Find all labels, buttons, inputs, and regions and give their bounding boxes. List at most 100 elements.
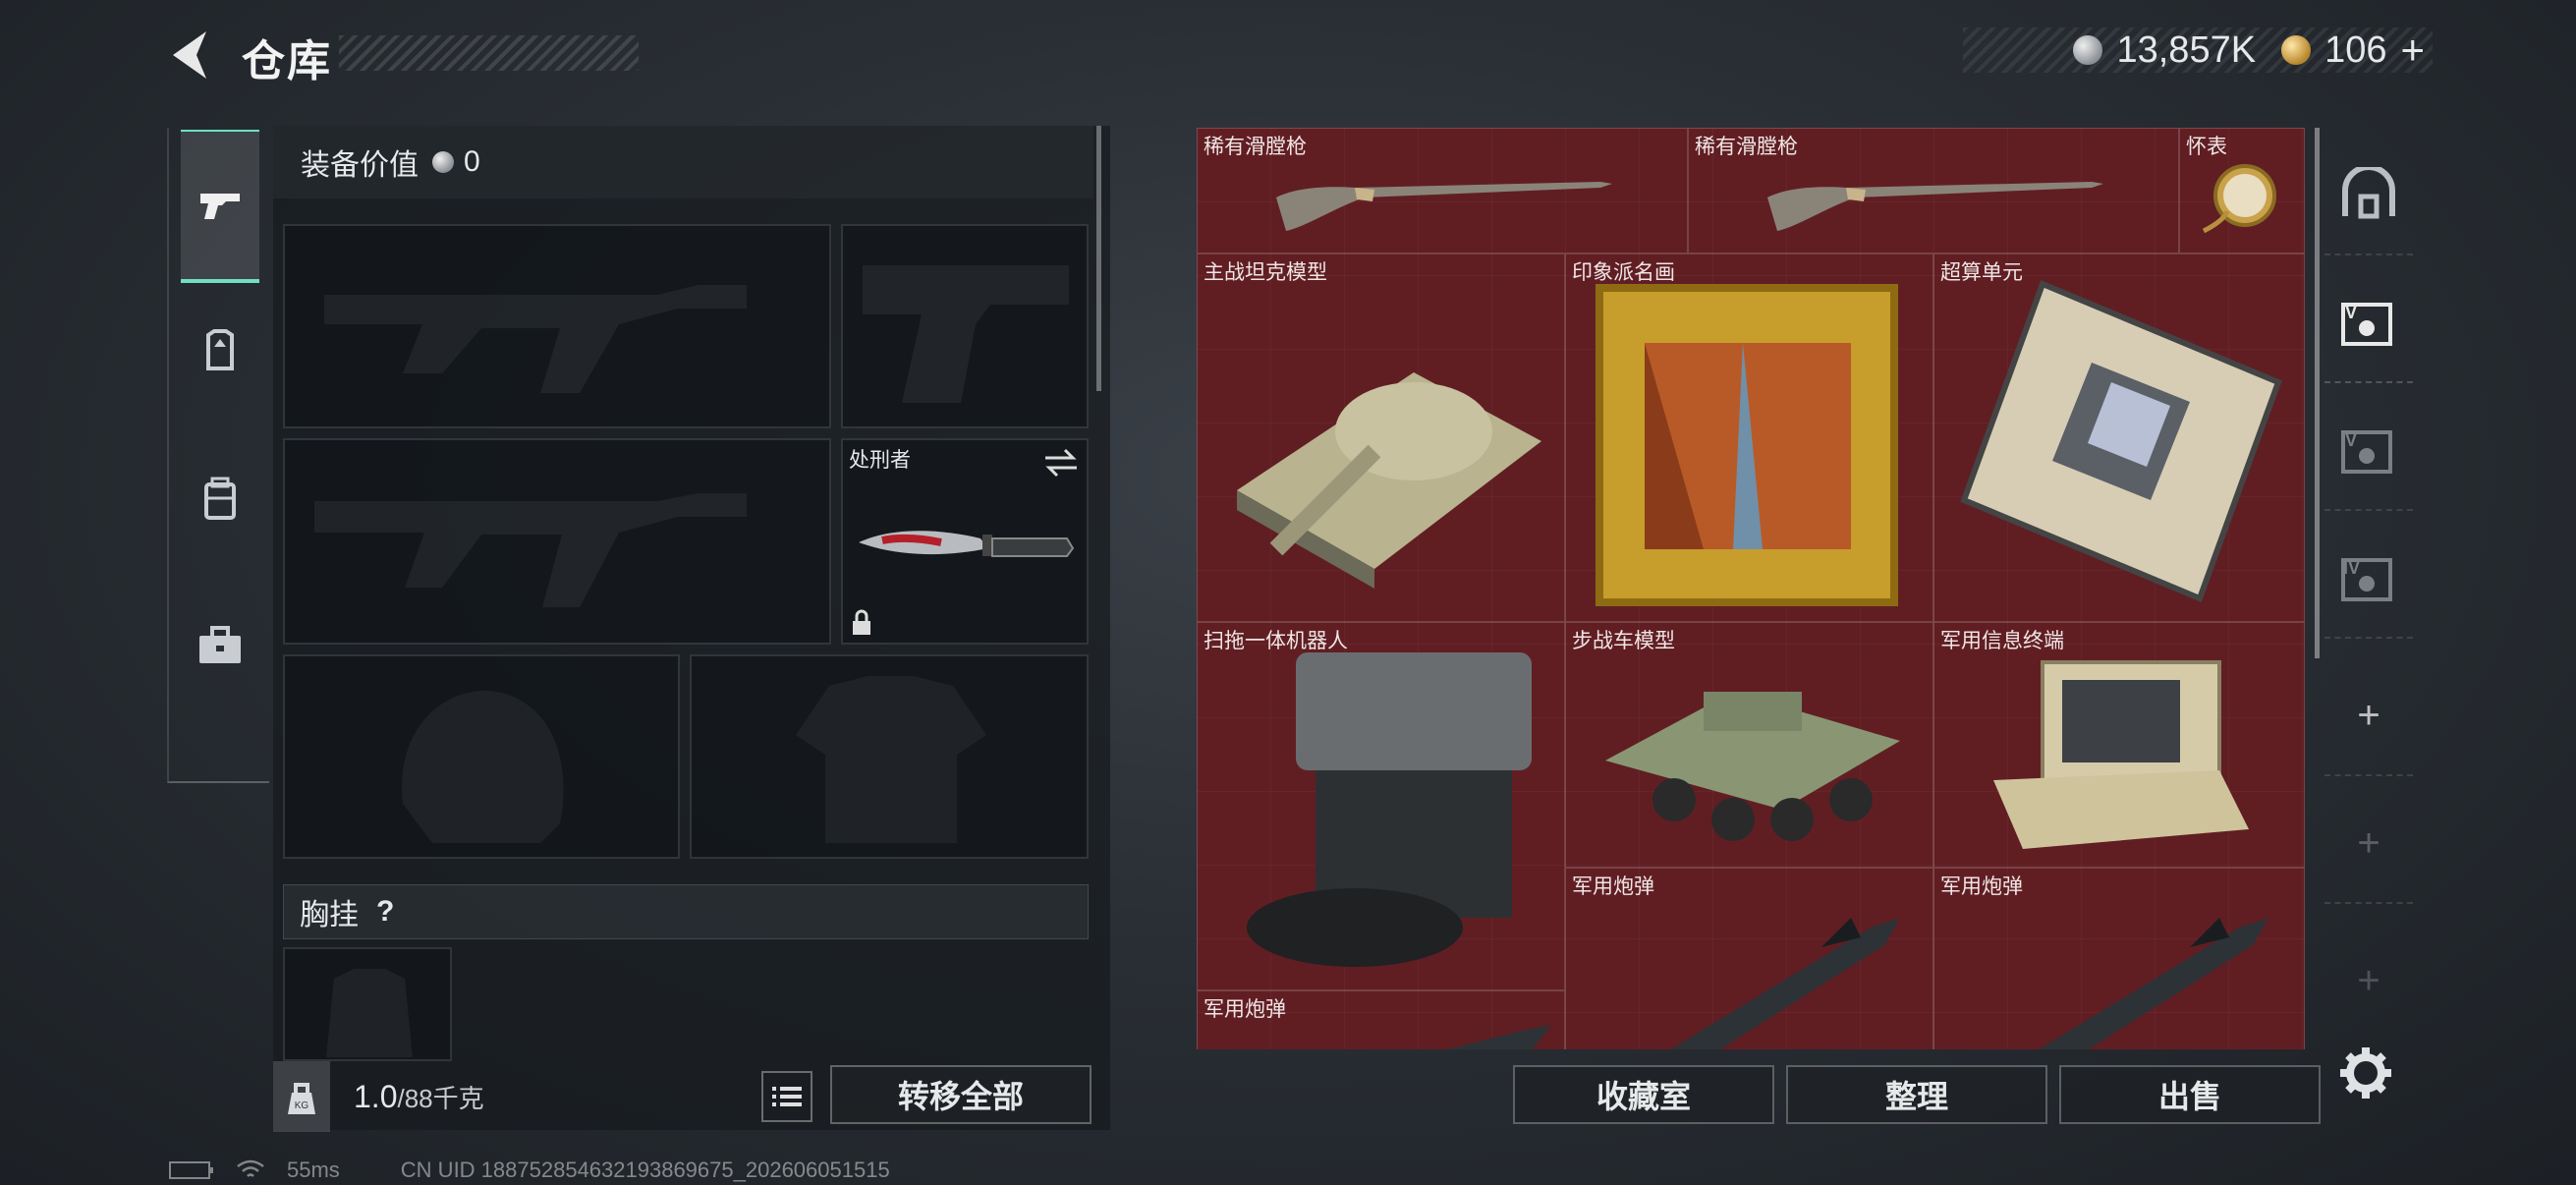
storage-tabs: V V IV + + +	[2324, 128, 2413, 1049]
chest-rig-slot[interactable]	[283, 947, 452, 1061]
storage-box-icon: V	[2341, 303, 2392, 346]
settings-button[interactable]	[2336, 1044, 2395, 1102]
title-decoration	[339, 35, 639, 71]
add-tab-button[interactable]: +	[2324, 922, 2413, 1040]
item-label: 稀有滑膛枪	[1204, 136, 1307, 158]
silver-coin-icon	[432, 151, 454, 173]
storage-box-icon: IV	[2341, 558, 2392, 601]
item-label: 稀有滑膛枪	[1695, 136, 1798, 158]
item-tank-model[interactable]: 主战坦克模型	[1197, 254, 1565, 622]
gold-coin-icon	[2281, 35, 2312, 65]
armor-slot[interactable]	[690, 654, 1089, 859]
item-military-shell[interactable]: 军用炮弹	[1197, 990, 1565, 1049]
item-impressionist-painting[interactable]: 印象派名画	[1565, 254, 1933, 622]
status-bar: 55ms CN UID 188752854632193869675_202606…	[169, 1157, 890, 1183]
currency-bar: 13,857K 106 +	[1963, 27, 2433, 74]
tab-collection-iv[interactable]: IV	[2324, 519, 2413, 639]
item-military-shell[interactable]: 军用炮弹	[1933, 868, 2305, 1049]
list-view-button[interactable]	[761, 1071, 812, 1122]
item-musket[interactable]: 稀有滑膛枪	[1688, 128, 2179, 254]
knife-icon	[859, 531, 1075, 557]
tank-model-icon	[1237, 372, 1541, 589]
weight-icon-text: KG	[295, 1100, 309, 1111]
storage-arch-icon	[2342, 167, 2395, 219]
weight-readout: 1.0/88千克	[354, 1079, 484, 1115]
ifv-model-icon	[1605, 692, 1900, 841]
list-icon	[772, 1087, 802, 1106]
add-tab-button[interactable]: +	[2324, 656, 2413, 776]
ping-readout: 55ms	[287, 1157, 340, 1182]
rifle-silhouette-icon	[314, 493, 747, 607]
military-terminal-icon	[1993, 660, 2249, 849]
tab-level-text: V	[2345, 303, 2357, 322]
pistol-slot[interactable]	[841, 224, 1089, 428]
vest-silhouette-icon	[796, 676, 986, 843]
tab-collection-v[interactable]: V	[2324, 263, 2413, 383]
primary-weapon-slot[interactable]	[283, 224, 831, 428]
backpack-icon	[204, 477, 236, 520]
secondary-weapon-slot[interactable]	[283, 438, 831, 645]
item-pocket-watch[interactable]: 怀表	[2179, 128, 2305, 254]
tab-level-text: V	[2345, 430, 2357, 450]
item-robot-vacuum[interactable]: 扫拖一体机器人	[1197, 622, 1565, 990]
tab-case[interactable]	[181, 572, 259, 719]
chest-rig-silhouette-icon	[326, 969, 413, 1057]
item-supercomputer-unit[interactable]: 超算单元	[1933, 254, 2305, 622]
weight-icon: KG	[273, 1061, 330, 1132]
chest-rig-header: 胸挂 ?	[283, 884, 1089, 939]
equipment-value: 0	[464, 145, 480, 178]
weight-current: 1.0	[354, 1078, 398, 1114]
item-label: 军用炮弹	[1204, 998, 1286, 1021]
equipment-tabs	[167, 128, 269, 783]
artillery-shell-icon	[2039, 918, 2268, 1049]
artillery-shell-icon	[1670, 918, 1900, 1049]
storage-box-icon: V	[2341, 430, 2392, 474]
tab-level-text: IV	[2343, 558, 2360, 578]
equipment-value-label: 装备价值	[301, 149, 419, 182]
item-label: 主战坦克模型	[1204, 261, 1327, 284]
back-arrow-icon	[173, 31, 206, 79]
storage-scrollbar[interactable]	[2315, 128, 2320, 658]
help-icon[interactable]: ?	[376, 895, 394, 929]
equipment-value-bar: 装备价值 0	[273, 126, 1093, 198]
sell-button[interactable]: 出售	[2059, 1065, 2321, 1124]
tab-collection-v2[interactable]: V	[2324, 391, 2413, 511]
tab-storage-main[interactable]	[2324, 136, 2413, 255]
tab-helmet[interactable]	[181, 277, 259, 424]
robot-vacuum-icon	[1247, 652, 1532, 967]
item-military-shell[interactable]: 军用炮弹	[1565, 868, 1933, 1049]
item-military-terminal[interactable]: 军用信息终端	[1933, 622, 2305, 868]
tab-weapons[interactable]	[181, 130, 259, 283]
painting-icon	[1596, 284, 1898, 606]
page-title: 仓库	[242, 37, 332, 85]
kettlebell-icon: KG	[288, 1083, 315, 1114]
musket-icon	[1276, 182, 1612, 231]
melee-slot[interactable]: 处刑者	[841, 438, 1089, 645]
helmet-silhouette-icon	[402, 690, 564, 843]
helmet-slot[interactable]	[283, 654, 680, 859]
back-button[interactable]	[167, 28, 214, 83]
tab-backpack[interactable]	[181, 424, 259, 572]
pistol-icon	[200, 194, 240, 219]
gold-amount: 106	[2324, 28, 2387, 71]
silver-amount: 13,857K	[2116, 28, 2257, 71]
pocket-watch-icon	[2202, 164, 2276, 234]
item-ifv-model[interactable]: 步战车模型	[1565, 622, 1933, 868]
artillery-shell-icon	[1447, 1025, 1551, 1049]
wifi-icon	[237, 1159, 264, 1177]
pistol-silhouette-icon	[863, 265, 1069, 403]
battery-icon	[169, 1161, 213, 1179]
armor-rig-icon	[206, 329, 234, 370]
musket-icon	[1767, 182, 2103, 231]
rifle-silhouette-icon	[324, 285, 747, 393]
add-currency-button[interactable]: +	[2400, 27, 2425, 74]
equipment-scrollbar[interactable]	[1096, 126, 1101, 391]
organize-button[interactable]: 整理	[1786, 1065, 2047, 1124]
equipment-panel: 装备价值 0 处刑者 胸挂 ?	[273, 126, 1110, 1130]
item-musket[interactable]: 稀有滑膛枪	[1197, 128, 1688, 254]
item-label: 军用信息终端	[1940, 630, 2064, 652]
collection-room-button[interactable]: 收藏室	[1513, 1065, 1774, 1124]
add-tab-button[interactable]: +	[2324, 784, 2413, 904]
transfer-all-button[interactable]: 转移全部	[830, 1065, 1092, 1124]
swap-icon[interactable]	[1043, 448, 1079, 478]
